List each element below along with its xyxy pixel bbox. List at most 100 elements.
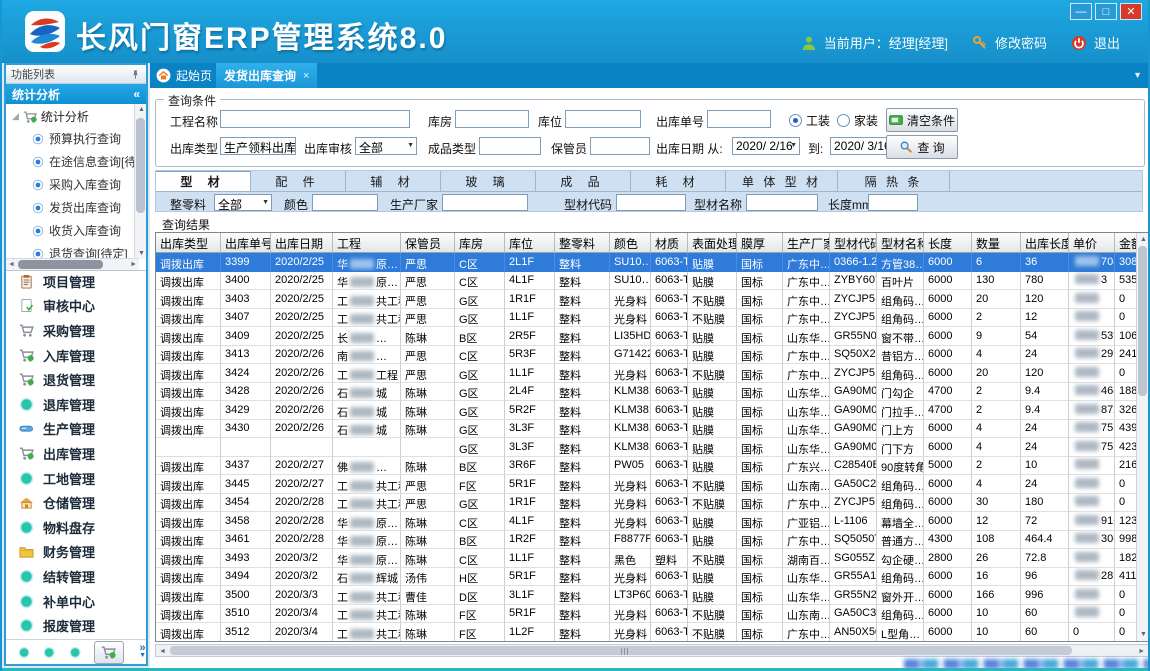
cell[interactable]: 120 [1021, 364, 1069, 383]
cell[interactable]: 广东中… [783, 290, 830, 309]
cell[interactable]: 调拨出库 [156, 494, 221, 513]
cell[interactable]: C区 [455, 512, 505, 531]
cell[interactable] [1069, 549, 1115, 568]
column-header[interactable]: 库房 [455, 233, 505, 253]
cell[interactable]: GA90M07. [830, 401, 877, 420]
cell[interactable]: 3437 [221, 457, 271, 476]
column-header[interactable]: 生产厂家 [783, 233, 830, 253]
cell[interactable]: 整料 [555, 346, 610, 365]
cell[interactable]: 广东中… [783, 309, 830, 328]
cell[interactable]: 54 [1021, 327, 1069, 346]
cell[interactable]: 曹佳 [401, 586, 455, 605]
table-row[interactable]: 调拨出库34242020/2/26工工程严思G区1L1F整料光身料6063-T5… [156, 364, 1148, 383]
cell[interactable]: 严思 [401, 494, 455, 513]
cell[interactable]: 陈琳 [401, 531, 455, 550]
cell[interactable]: 4300 [924, 531, 972, 550]
table-row[interactable]: 调拨出库34292020/2/26石城陈琳G区5R2F整料KLM38176063… [156, 401, 1148, 420]
cell[interactable]: 光身料 [610, 623, 651, 642]
column-header[interactable]: 膜厚 [737, 233, 783, 253]
cell[interactable]: SQ50X2… [830, 346, 877, 365]
cell[interactable]: 3428 [221, 383, 271, 402]
cell[interactable]: 陈琳 [401, 401, 455, 420]
cell[interactable]: 佛… [333, 457, 401, 476]
column-header[interactable]: 型材代码 [830, 233, 877, 253]
cell[interactable]: 24 [1021, 346, 1069, 365]
cell[interactable]: 3512 [221, 623, 271, 642]
cell[interactable]: 整料 [555, 568, 610, 587]
cell[interactable]: 整料 [555, 586, 610, 605]
cell[interactable]: 调拨出库 [156, 512, 221, 531]
cell[interactable]: 6063-T5 [651, 272, 688, 291]
sidebar-menu-item[interactable]: 结转管理 [6, 564, 146, 589]
cell[interactable]: 昔铝方… [877, 346, 924, 365]
cell[interactable]: 6063-T5 [651, 475, 688, 494]
cell[interactable]: 不贴膜 [688, 290, 737, 309]
cell[interactable]: 6000 [924, 272, 972, 291]
cell[interactable]: 国标 [737, 531, 783, 550]
cell[interactable]: 国标 [737, 475, 783, 494]
table-row[interactable]: 调拨出库34612020/2/28华原…陈琳B区1R2F整料F8877FT606… [156, 531, 1148, 550]
cell[interactable]: 国标 [737, 438, 783, 457]
cell[interactable]: ZYCJP5… [830, 309, 877, 328]
cell[interactable] [271, 438, 333, 457]
table-row[interactable]: 调拨出库34002020/2/25华原…严思C区4L1F整料SU10…6063-… [156, 272, 1148, 291]
cell[interactable]: 整料 [555, 383, 610, 402]
cell[interactable]: 光身料 [610, 605, 651, 624]
cell[interactable]: 2020/2/26 [271, 364, 333, 383]
cell[interactable]: 96 [1021, 568, 1069, 587]
cell[interactable]: LT3P60 [610, 586, 651, 605]
cell[interactable]: 整料 [555, 420, 610, 439]
cell[interactable]: KLM3817 [610, 420, 651, 439]
cell[interactable]: 调拨出库 [156, 272, 221, 291]
cell[interactable]: 3458 [221, 512, 271, 531]
cell[interactable]: 9 [972, 327, 1021, 346]
cell[interactable]: 6000 [924, 420, 972, 439]
cell[interactable]: 6000 [924, 309, 972, 328]
cell[interactable]: 5R2F [505, 401, 555, 420]
table-row[interactable]: 调拨出库35122020/3/4工共工程陈琳F区1L2F整料光身料6063-T5… [156, 623, 1148, 642]
column-header[interactable]: 出库长度 [1021, 233, 1069, 253]
cell[interactable]: 广东中… [783, 253, 830, 272]
cell[interactable]: 勾企硬… [877, 549, 924, 568]
cell[interactable]: 3R6F [505, 457, 555, 476]
tab-list-dropdown-icon[interactable]: ▼ [1133, 70, 1142, 80]
cell[interactable]: 不贴膜 [688, 475, 737, 494]
cell[interactable]: 调拨出库 [156, 383, 221, 402]
cell[interactable]: 长… [333, 327, 401, 346]
cell[interactable]: 调拨出库 [156, 420, 221, 439]
cell[interactable]: 6000 [924, 512, 972, 531]
cell[interactable]: 不贴膜 [688, 605, 737, 624]
cell[interactable]: 6000 [924, 586, 972, 605]
cell[interactable]: ZYBY607 [830, 272, 877, 291]
cell[interactable]: 24 [1021, 475, 1069, 494]
cell[interactable]: 陈琳 [401, 549, 455, 568]
cell[interactable]: 工共工程 [333, 290, 401, 309]
sidebar-menu-item[interactable]: 工地管理 [6, 466, 146, 491]
cell[interactable]: 3 [1069, 272, 1115, 291]
cell[interactable]: 3L3F [505, 438, 555, 457]
cell[interactable]: 6000 [924, 623, 972, 642]
cell[interactable]: L-1106 [830, 512, 877, 531]
cell[interactable]: 贴膜 [688, 438, 737, 457]
profile-code-input[interactable] [616, 194, 686, 211]
cell[interactable]: 调拨出库 [156, 309, 221, 328]
cell[interactable]: 468 [1069, 383, 1115, 402]
cell[interactable]: 光身料 [610, 494, 651, 513]
cell[interactable]: 3409 [221, 327, 271, 346]
cell[interactable]: 广东兴… [783, 457, 830, 476]
sidebar-menu-item[interactable]: 物料盘存 [6, 515, 146, 540]
cell[interactable]: 整料 [555, 290, 610, 309]
cell[interactable]: SQ5050T20 [830, 531, 877, 550]
cell[interactable]: H区 [455, 568, 505, 587]
cell[interactable]: 1L1F [505, 364, 555, 383]
cell[interactable]: 6063-T5 [651, 512, 688, 531]
cell[interactable]: GA50C37 [830, 605, 877, 624]
cell[interactable]: 陈琳 [401, 512, 455, 531]
table-row[interactable]: 调拨出库34582020/2/28华原…陈琳C区4L1F整料光身料6063-T5… [156, 512, 1148, 531]
cell[interactable]: 广东中… [783, 272, 830, 291]
cell[interactable]: 严思 [401, 290, 455, 309]
table-row[interactable]: 调拨出库34092020/2/25长…陈琳B区2R5F整料LI35HD6063-… [156, 327, 1148, 346]
cell[interactable]: D区 [455, 586, 505, 605]
cell[interactable]: 2020/3/3 [271, 586, 333, 605]
cell[interactable]: 组角码… [877, 364, 924, 383]
